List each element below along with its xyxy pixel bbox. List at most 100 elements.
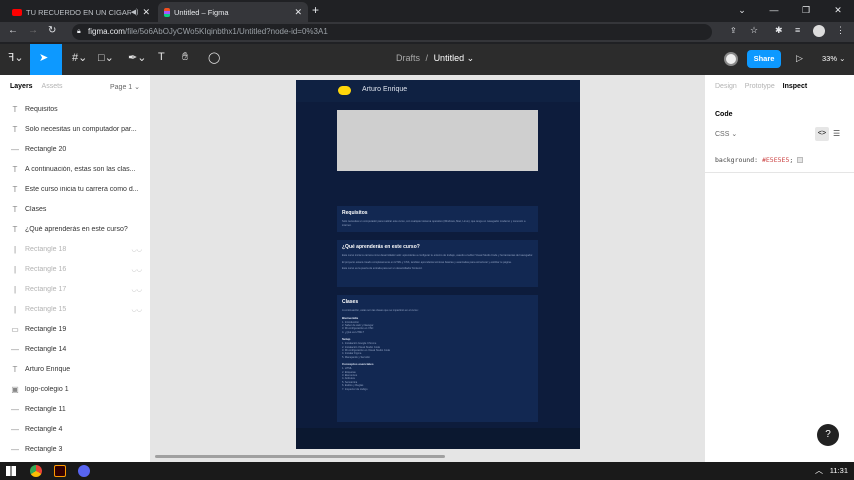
more-icon[interactable]: ⋮ xyxy=(836,25,845,36)
windows-start-icon[interactable] xyxy=(6,466,16,476)
hidden-eye-icon[interactable]: ◡◡ xyxy=(132,286,142,293)
window-controls: ⌄ — ❐ ✕ xyxy=(726,0,854,22)
help-button[interactable]: ? xyxy=(817,424,839,446)
share-page-icon[interactable]: ⇪ xyxy=(730,26,737,35)
layer-item[interactable]: T A continuación, estas son las clas... xyxy=(0,159,150,179)
layer-item[interactable]: ▣ logo-colegio 1 xyxy=(0,379,150,399)
close-tab-icon[interactable]: ✕ xyxy=(294,7,302,18)
layer-label: Rectangle 11 xyxy=(25,405,66,413)
layer-label: Requisitos xyxy=(25,105,58,113)
user-avatar[interactable] xyxy=(724,52,738,66)
reload-icon[interactable]: ↻ xyxy=(48,25,56,36)
tab-layers[interactable]: Layers xyxy=(10,83,33,90)
playlist-icon[interactable]: ≡ xyxy=(795,25,800,35)
layer-item[interactable]: — Rectangle 3 xyxy=(0,439,150,459)
list-view-icon[interactable]: ☰ xyxy=(833,129,840,138)
shape-tool-icon[interactable]: □⌄ xyxy=(98,51,114,64)
class-item: 7. Inspector de código xyxy=(342,387,368,391)
star-icon[interactable]: ☆ xyxy=(750,25,758,36)
restore-icon[interactable]: ❐ xyxy=(790,0,822,22)
layer-item[interactable]: T Arturo Enrique xyxy=(0,359,150,379)
css-code-line[interactable]: background: #E5E5E5; xyxy=(715,156,804,164)
hidden-eye-icon[interactable]: ◡◡ xyxy=(132,246,142,253)
tab-prototype[interactable]: Prototype xyxy=(745,83,775,90)
layer-item[interactable]: T Clases xyxy=(0,199,150,219)
minimize-icon[interactable]: — xyxy=(758,0,790,22)
layer-item[interactable]: — Rectangle 20 xyxy=(0,139,150,159)
frame-tool-icon[interactable]: #⌄ xyxy=(72,51,87,64)
layer-item[interactable]: | Rectangle 17 ◡◡ xyxy=(0,279,150,299)
layer-item[interactable]: T Requisitos xyxy=(0,99,150,119)
page-selector[interactable]: Page 1 ⌄ xyxy=(110,83,140,91)
layer-item[interactable]: — Rectangle 4 xyxy=(0,419,150,439)
text-tool-icon[interactable]: T xyxy=(158,51,165,63)
hidden-eye-icon[interactable]: ◡◡ xyxy=(132,266,142,273)
present-icon[interactable]: ▷ xyxy=(796,53,803,64)
hidden-eye-icon[interactable]: ◡◡ xyxy=(132,306,142,313)
illustrator-icon[interactable] xyxy=(54,465,66,477)
tab-youtube[interactable]: TU RECUERDO EN UN CIGARRO ◀) ✕ xyxy=(6,2,156,22)
layer-item[interactable]: T Solo necesitas un computador par... xyxy=(0,119,150,139)
layer-label: logo-colegio 1 xyxy=(25,385,69,393)
card-text: A continuación, estas son las clases que… xyxy=(342,309,419,312)
layer-label: Rectangle 4 xyxy=(25,425,63,433)
project-name[interactable]: Drafts xyxy=(396,53,420,63)
file-breadcrumb[interactable]: Drafts / Untitled ⌄ xyxy=(396,53,474,64)
image-placeholder xyxy=(337,110,538,171)
file-name[interactable]: Untitled xyxy=(434,53,465,63)
hand-tool-icon[interactable]: ✋︎ xyxy=(182,51,188,64)
vline-layer-icon: | xyxy=(13,264,17,274)
code-view-button[interactable]: <> xyxy=(815,127,829,141)
horizontal-scrollbar[interactable] xyxy=(155,455,445,458)
layer-label: Rectangle 19 xyxy=(25,325,67,333)
zoom-level[interactable]: 33% ⌄ xyxy=(822,54,845,63)
design-frame[interactable]: Arturo Enrique Requisitos Solo necesitas… xyxy=(296,80,580,449)
layer-item[interactable]: T ¿Qué aprenderás en este curso? xyxy=(0,219,150,239)
rect-layer-icon: ▭ xyxy=(11,324,19,334)
section-title: Setup xyxy=(342,337,351,342)
left-panel-tabs: Layers Assets xyxy=(10,83,63,90)
forward-icon[interactable]: → xyxy=(28,25,38,36)
profile-avatar[interactable] xyxy=(813,25,825,37)
chevron-down-icon[interactable]: ⌄ xyxy=(726,0,758,22)
text-layer-icon: T xyxy=(12,164,18,174)
layer-item[interactable]: | Rectangle 18 ◡◡ xyxy=(0,239,150,259)
layer-item[interactable]: — Rectangle 14 xyxy=(0,339,150,359)
requirements-card: Requisitos Solo necesitas un computador … xyxy=(337,206,538,232)
tray-chevron-icon[interactable]: ︿ xyxy=(815,465,823,476)
class-item: 4. ¿Qué es HTML? xyxy=(342,330,365,334)
text-layer-icon: T xyxy=(12,224,18,234)
pen-tool-icon[interactable]: ✒⌄ xyxy=(128,51,146,64)
new-tab-button[interactable]: + xyxy=(312,3,319,17)
layer-item[interactable]: T Este curso inicia tu carrera como d... xyxy=(0,179,150,199)
layer-item[interactable]: ▭ Rectangle 19 xyxy=(0,319,150,339)
chevron-down-icon[interactable]: ⌄ xyxy=(467,53,475,63)
line-layer-icon: — xyxy=(11,144,19,154)
chrome-icon[interactable] xyxy=(30,465,42,477)
figma-menu-icon[interactable]: ꟻ⌄ xyxy=(8,51,24,64)
card-title: Requisitos xyxy=(342,210,368,216)
zoom-value: 33% xyxy=(822,54,838,63)
tab-assets[interactable]: Assets xyxy=(42,83,63,90)
share-button[interactable]: Share xyxy=(747,50,781,68)
close-tab-icon[interactable]: ✕ xyxy=(142,7,150,18)
layer-item[interactable]: | Rectangle 15 ◡◡ xyxy=(0,299,150,319)
extensions-icon[interactable]: ✱ xyxy=(775,25,783,36)
move-tool-button[interactable]: ➤︎ xyxy=(30,44,62,75)
tab-figma[interactable]: Untitled – Figma ✕ xyxy=(158,2,308,22)
url-field[interactable]: 🔒︎ figma.com/file/5o6AbOJyCWo5KIqinbthx1/… xyxy=(72,24,712,40)
layer-item[interactable]: | Rectangle 16 ◡◡ xyxy=(0,259,150,279)
back-icon[interactable]: ← xyxy=(8,25,18,36)
tab-design[interactable]: Design xyxy=(715,83,737,90)
comment-tool-icon[interactable]: ◯ xyxy=(208,51,220,64)
discord-icon[interactable] xyxy=(78,465,90,477)
text-layer-icon: T xyxy=(12,184,18,194)
language-select[interactable]: CSS ⌄ xyxy=(715,130,737,138)
close-icon[interactable]: ✕ xyxy=(822,0,854,22)
layer-item[interactable]: — Rectangle 11 xyxy=(0,399,150,419)
divider xyxy=(705,172,854,173)
audio-icon[interactable]: ◀) xyxy=(131,8,139,16)
vline-layer-icon: | xyxy=(13,244,17,254)
tab-inspect[interactable]: Inspect xyxy=(783,83,808,90)
right-panel-tabs: Design Prototype Inspect xyxy=(715,83,813,90)
